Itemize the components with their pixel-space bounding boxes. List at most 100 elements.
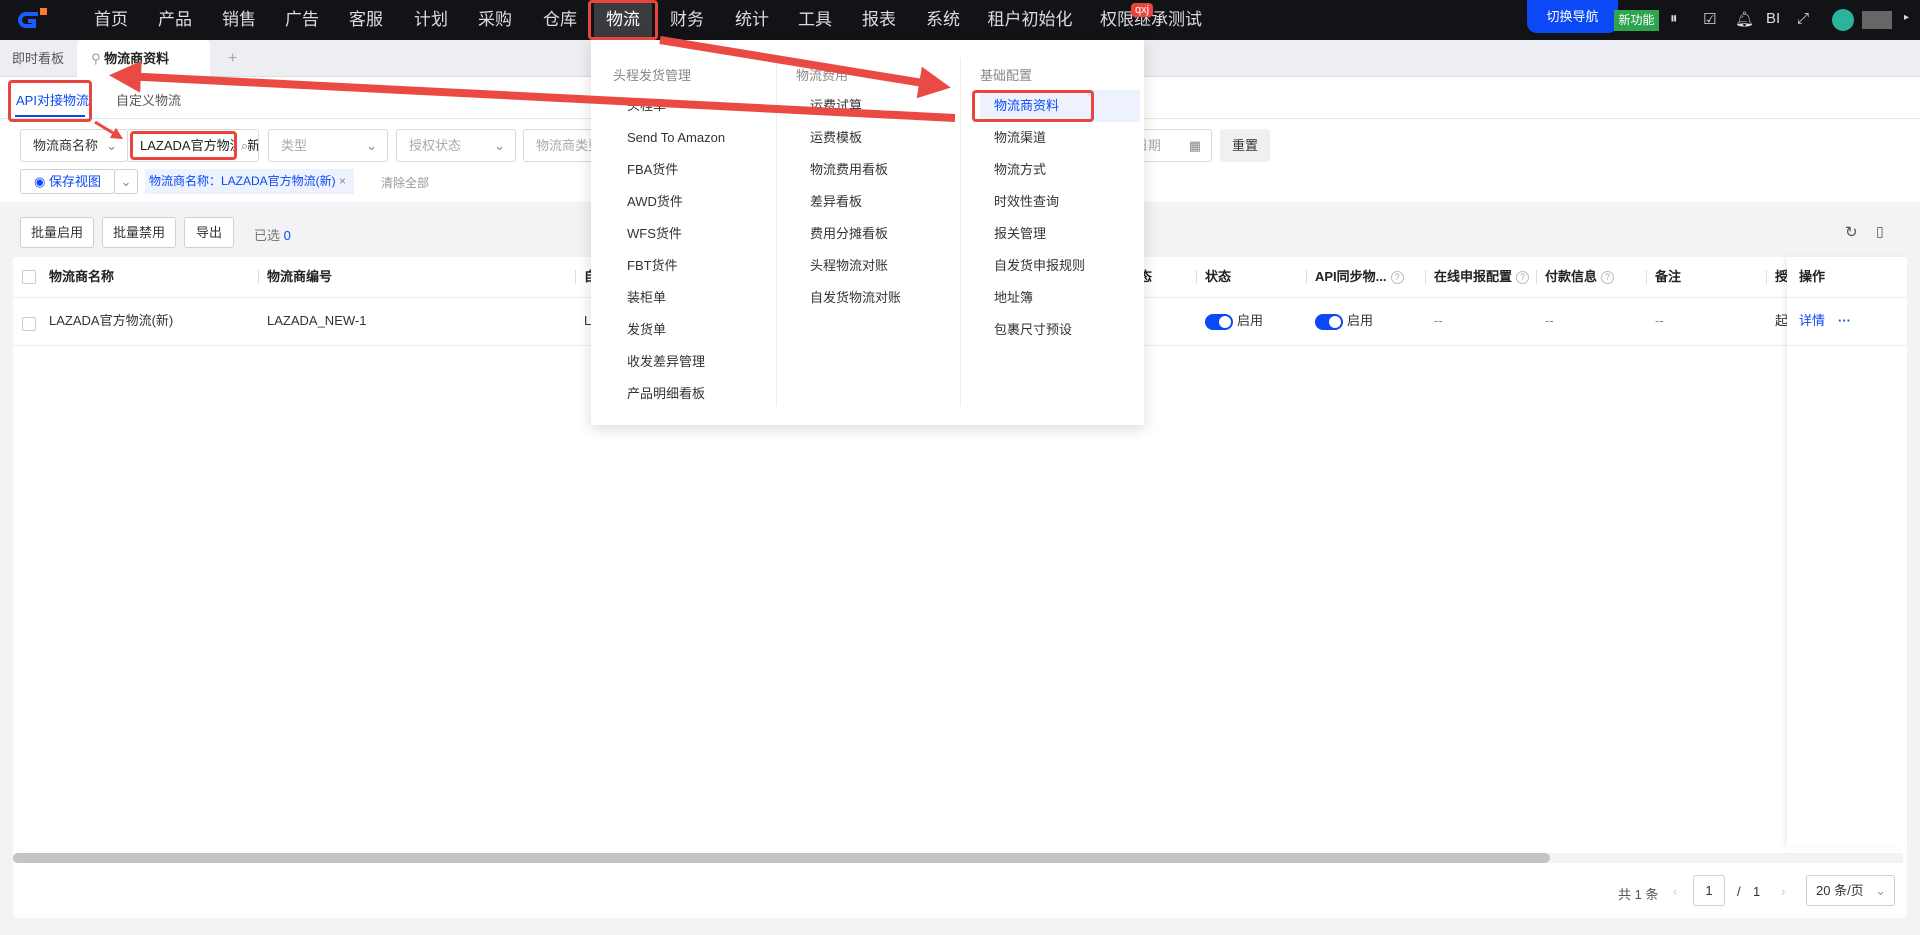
logo-icon[interactable] <box>18 8 48 32</box>
field-select[interactable]: 物流商名称 ⌄ <box>20 129 128 162</box>
batch-disable-button[interactable]: 批量禁用 <box>102 217 176 248</box>
menu-item[interactable]: 头程单 <box>613 90 773 122</box>
nav-item[interactable]: 客服 <box>349 0 383 40</box>
menu-item[interactable]: FBT货件 <box>613 250 773 282</box>
menu-item[interactable]: Send To Amazon <box>613 122 773 154</box>
nav-item[interactable]: 仓库 <box>543 0 577 40</box>
nav-item[interactable]: 采购 <box>478 0 512 40</box>
nav-item[interactable]: 首页 <box>94 0 128 40</box>
col-status[interactable]: 状态 <box>1205 257 1231 297</box>
menu-item[interactable]: 自发货物流对账 <box>796 282 956 314</box>
menu-item[interactable]: 物流方式 <box>980 154 1140 186</box>
nav-item[interactable]: 系统 <box>926 0 960 40</box>
selected-value: 0 <box>283 228 291 243</box>
col-api-sync[interactable]: API同步物...? <box>1315 257 1404 297</box>
menu-item[interactable]: AWD货件 <box>613 186 773 218</box>
menu-item[interactable]: 费用分摊看板 <box>796 218 956 250</box>
field-select-label: 物流商名称 <box>33 138 99 153</box>
help-icon[interactable]: ? <box>1601 271 1615 285</box>
menu-item[interactable]: 产品明细看板 <box>613 378 773 410</box>
nav-item[interactable]: 租户初始化 <box>988 0 1073 40</box>
nav-item[interactable]: 产品 <box>158 0 192 40</box>
menu-item[interactable]: 自发货申报规则 <box>980 250 1140 282</box>
menu-item[interactable]: 物流渠道 <box>980 122 1140 154</box>
close-icon[interactable]: × <box>339 174 346 188</box>
help-icon[interactable]: ? <box>1516 271 1530 285</box>
switch-nav-button[interactable]: 切换导航 <box>1527 0 1618 33</box>
caret-right-icon[interactable]: ▸ <box>1904 12 1909 23</box>
refresh-icon[interactable]: ↻ <box>1845 223 1858 241</box>
menu-item[interactable]: FBA货件 <box>613 154 773 186</box>
col-remark[interactable]: 备注 <box>1655 257 1681 297</box>
type-select[interactable]: 类型 ⌄ <box>268 129 388 162</box>
add-tab-button[interactable]: + <box>228 40 237 77</box>
chevron-down-icon: ⌄ <box>494 138 505 153</box>
menu-item[interactable]: 物流费用看板 <box>796 154 956 186</box>
chevron-down-icon: ⌄ <box>106 138 117 153</box>
menu-divider <box>960 58 961 406</box>
api-sync-toggle[interactable] <box>1315 313 1343 330</box>
new-feature-button[interactable]: 新功能 <box>1614 10 1659 31</box>
prev-page-button[interactable]: ‹ <box>1673 884 1677 899</box>
page-input[interactable]: 1 <box>1693 875 1725 906</box>
menu-item[interactable]: WFS货件 <box>613 218 773 250</box>
batch-enable-button[interactable]: 批量启用 <box>20 217 94 248</box>
help-icon[interactable]: ? <box>1390 271 1404 285</box>
menu-item[interactable]: 包裹尺寸预设 <box>980 314 1140 346</box>
next-page-button[interactable]: › <box>1781 884 1785 899</box>
nav-item[interactable]: 工具 <box>798 0 832 40</box>
menu-item[interactable]: 时效性查询 <box>980 186 1140 218</box>
columns-icon[interactable]: ▯ <box>1876 223 1884 240</box>
subtab-custom[interactable]: 自定义物流 <box>116 90 181 109</box>
bell-icon[interactable]: 🔔︎ <box>1735 10 1754 28</box>
nav-item[interactable]: 报表 <box>862 0 896 40</box>
bi-button[interactable]: BI <box>1766 10 1780 27</box>
menu-item[interactable]: 差异看板 <box>796 186 956 218</box>
menu-divider <box>776 58 777 406</box>
menu-item[interactable]: 收发差异管理 <box>613 346 773 378</box>
username[interactable] <box>1862 11 1892 29</box>
search-icon[interactable]: ⌕ <box>236 130 248 161</box>
export-button[interactable]: 导出 <box>184 217 234 248</box>
clear-all-link[interactable]: 清除全部 <box>381 174 429 191</box>
menu-item[interactable]: 地址簿 <box>980 282 1140 314</box>
menu-item[interactable]: 装柜单 <box>613 282 773 314</box>
col-vendor-code[interactable]: 物流商编号 <box>267 257 332 297</box>
nav-item[interactable]: 计划 <box>414 0 448 40</box>
detail-link[interactable]: 详情 <box>1799 297 1825 345</box>
col-payment[interactable]: 付款信息? <box>1545 257 1615 297</box>
col-online-decl-label: 在线申报配置 <box>1434 269 1513 284</box>
reset-button[interactable]: 重置 <box>1220 129 1270 162</box>
nav-item[interactable]: 销售 <box>222 0 256 40</box>
calendar-check-icon[interactable]: ☑ <box>1703 10 1716 28</box>
tab-vendor-profile[interactable]: ⚲ 物流商资料 <box>77 40 210 77</box>
nav-item[interactable]: 财务 <box>670 0 704 40</box>
menu-item[interactable]: 报关管理 <box>980 218 1140 250</box>
page-size-select[interactable]: 20 条/页 ⌄ <box>1806 875 1895 906</box>
more-actions-button[interactable]: ··· <box>1838 297 1851 345</box>
selected-count: 已选 0 <box>254 225 291 244</box>
pause-icon[interactable]: ⏸ <box>1670 10 1678 27</box>
filter-chip: 物流商名称：LAZADA官方物流(新) × <box>145 169 355 194</box>
fullscreen-icon[interactable]: ⤢ <box>1797 10 1809 27</box>
auth-status-select[interactable]: 授权状态 ⌄ <box>396 129 516 162</box>
nav-item[interactable]: 统计 <box>735 0 769 40</box>
menu-item[interactable]: 头程物流对账 <box>796 250 956 282</box>
save-view-button[interactable]: ◉ 保存视图 <box>20 169 115 194</box>
select-all-checkbox[interactable] <box>22 270 36 284</box>
tab-dashboard[interactable]: 即时看板 <box>12 40 64 77</box>
col-online-decl[interactable]: 在线申报配置? <box>1434 257 1530 297</box>
cell-online-decl: -- <box>1434 313 1443 328</box>
nav-item[interactable]: 广告 <box>285 0 319 40</box>
col-vendor-name[interactable]: 物流商名称 <box>49 257 114 297</box>
menu-item[interactable]: 发货单 <box>613 314 773 346</box>
cell-status: 启用 <box>1205 297 1263 345</box>
avatar[interactable] <box>1832 9 1854 31</box>
menu-item[interactable]: 运费试算 <box>796 90 956 122</box>
row-checkbox[interactable] <box>22 317 36 331</box>
horizontal-scrollbar-thumb[interactable] <box>13 853 1550 863</box>
horizontal-scrollbar-track[interactable] <box>13 853 1903 863</box>
save-view-dropdown[interactable]: ⌄ <box>114 169 138 194</box>
status-toggle[interactable] <box>1205 313 1233 330</box>
menu-item[interactable]: 运费模板 <box>796 122 956 154</box>
